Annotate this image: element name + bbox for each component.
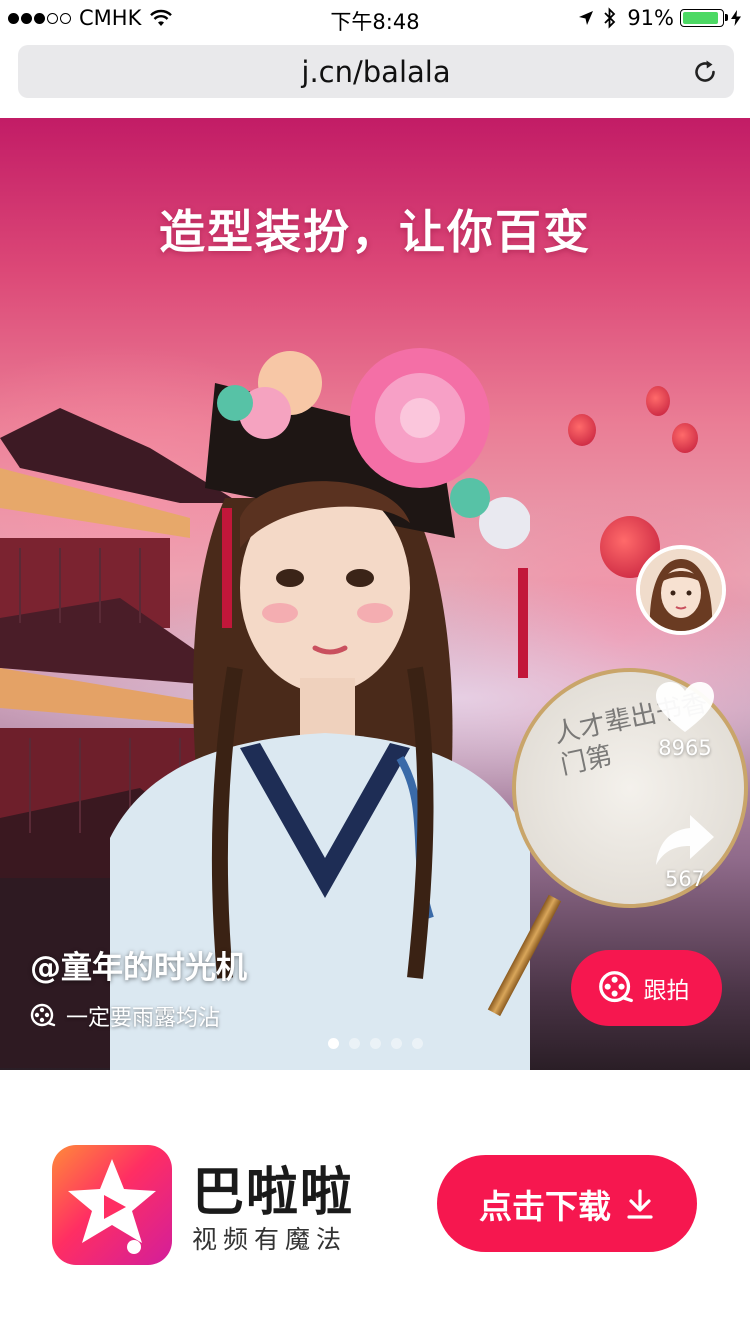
pager-dot[interactable] xyxy=(348,1038,360,1049)
author-avatar[interactable] xyxy=(636,545,726,635)
app-slogan: 视频有魔法 xyxy=(192,1225,348,1254)
status-bar: CMHK 下午8:48 91% xyxy=(0,0,750,38)
app-name: 巴啦啦 xyxy=(192,1163,355,1223)
share-action[interactable]: 567 xyxy=(640,813,730,891)
follow-shoot-button[interactable]: 跟拍 xyxy=(571,950,722,1026)
lantern-decoration xyxy=(672,423,698,453)
pager-dot[interactable] xyxy=(390,1038,402,1049)
share-arrow-icon[interactable] xyxy=(654,813,716,867)
film-reel-icon xyxy=(598,971,633,1003)
address-bar[interactable]: j.cn/balala xyxy=(18,45,734,98)
charging-bolt-icon xyxy=(731,10,741,26)
heart-icon[interactable] xyxy=(654,680,716,736)
film-reel-icon xyxy=(30,1003,56,1027)
pager-dot[interactable] xyxy=(327,1038,339,1049)
video-hero[interactable]: 人才辈出书香门第 造型装扮，让你百变 8965 567 @童年的时光机 一定要雨… xyxy=(0,118,750,1070)
battery-percent: 91% xyxy=(627,6,674,30)
location-arrow-icon xyxy=(579,11,594,25)
url-text[interactable]: j.cn/balala xyxy=(18,55,734,89)
status-right: 91% xyxy=(577,6,742,30)
music-title: 一定要雨露均沾 xyxy=(66,1006,221,1031)
share-count: 567 xyxy=(664,867,706,891)
avatar-portrait xyxy=(640,549,722,631)
like-action[interactable]: 8965 xyxy=(640,680,730,760)
carousel-pager[interactable] xyxy=(0,1038,750,1049)
app-logo xyxy=(52,1145,172,1265)
download-label: 点击下载 xyxy=(479,1186,611,1226)
battery-level-fill xyxy=(683,12,718,24)
like-count: 8965 xyxy=(658,736,712,760)
bluetooth-icon xyxy=(604,7,616,29)
lantern-decoration xyxy=(568,414,596,446)
author-handle[interactable]: @童年的时光机 xyxy=(30,942,247,987)
download-arrow-icon xyxy=(627,1188,653,1219)
reload-icon[interactable] xyxy=(690,57,720,87)
pager-dot[interactable] xyxy=(369,1038,381,1049)
lantern-decoration xyxy=(646,386,670,416)
star-play-logo-icon xyxy=(68,1159,156,1254)
download-button[interactable]: 点击下载 xyxy=(437,1155,697,1252)
battery-icon xyxy=(680,9,728,27)
hero-title: 造型装扮，让你百变 xyxy=(159,205,591,259)
pager-dot[interactable] xyxy=(411,1038,423,1049)
music-info[interactable]: 一定要雨露均沾 xyxy=(30,1000,220,1032)
follow-shoot-label: 跟拍 xyxy=(643,978,690,1004)
